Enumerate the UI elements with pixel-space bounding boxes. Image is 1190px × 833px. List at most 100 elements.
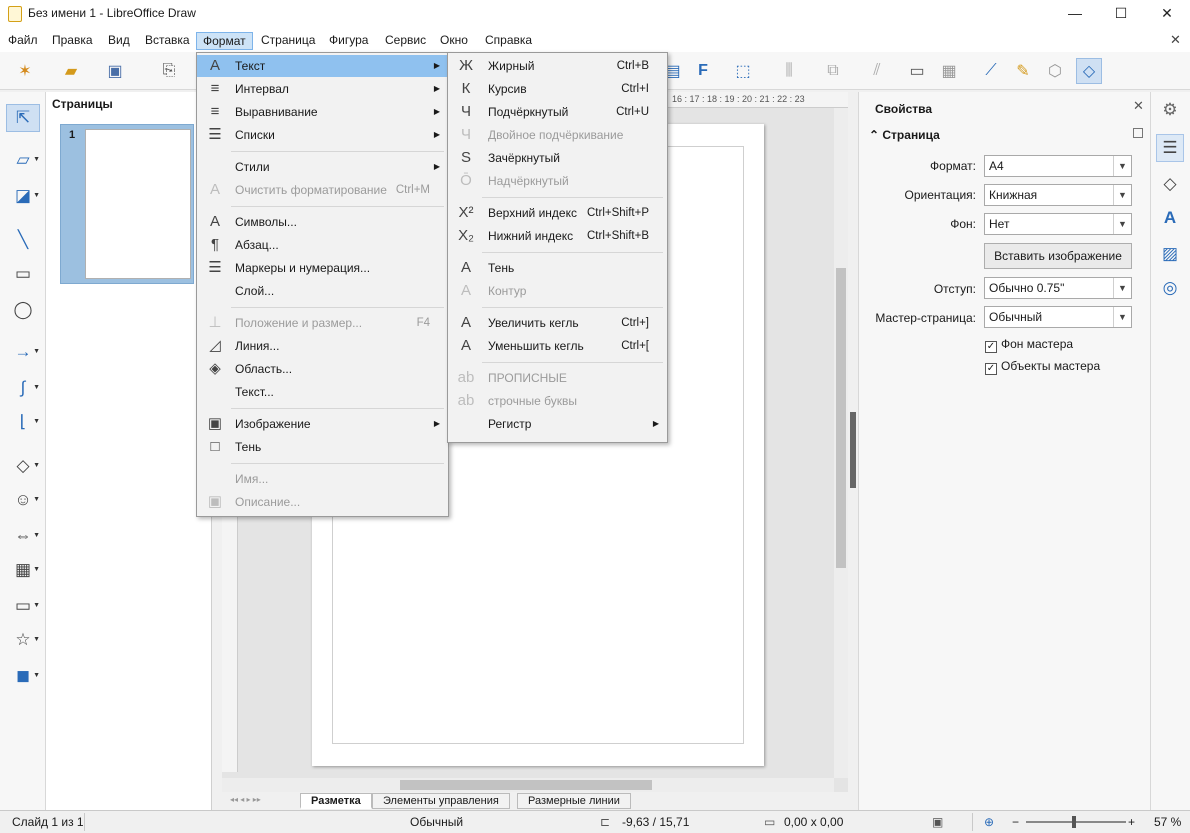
transformations-icon[interactable]: ⬚ xyxy=(730,58,756,84)
text-menu-item[interactable]: A Тень xyxy=(448,257,667,279)
new-icon[interactable]: ✶ xyxy=(12,58,38,84)
menu-tools[interactable]: Сервис xyxy=(379,32,432,50)
arrow-line-icon[interactable]: → ▼ xyxy=(6,338,41,366)
select-icon[interactable]: ⇱ xyxy=(6,104,40,132)
sidebar-collapse-handle[interactable] xyxy=(850,412,856,488)
sidebar-grip[interactable] xyxy=(848,92,858,810)
minimize-button[interactable]: — xyxy=(1052,0,1098,28)
menu-window[interactable]: Окно xyxy=(434,32,474,50)
text-menu-item[interactable]: Ч Подчёркнутый Ctrl+U xyxy=(448,101,667,123)
text-menu-item[interactable]: Регистр ▶ xyxy=(448,413,667,435)
vertical-scroll-thumb[interactable] xyxy=(836,268,846,568)
format-menu-item[interactable]: A Символы... xyxy=(197,211,448,233)
rectangle-tool-icon[interactable]: ▭ xyxy=(6,260,40,288)
block-arrows-icon[interactable]: ⇔ ▼ xyxy=(6,522,41,550)
master-page-select[interactable]: Обычный ▼ xyxy=(984,306,1132,328)
format-menu-item[interactable]: Слой... xyxy=(197,280,448,302)
format-menu-item[interactable]: ◿ Линия... xyxy=(197,335,448,357)
menu-format[interactable]: Формат xyxy=(196,32,253,50)
format-menu-item[interactable]: ¶ Абзац... xyxy=(197,234,448,256)
fontwork-icon[interactable]: F xyxy=(690,58,716,84)
format-menu-item[interactable]: ◈ Область... xyxy=(197,358,448,380)
menu-help[interactable]: Справка xyxy=(479,32,538,50)
zoom-slider-handle[interactable] xyxy=(1072,816,1076,828)
maximize-button[interactable]: ☐ xyxy=(1098,0,1144,28)
menu-shape[interactable]: Фигура xyxy=(323,32,374,50)
text-menu-item[interactable]: A Уменьшить кегль Ctrl+[ xyxy=(448,335,667,357)
menu-file[interactable]: Файл xyxy=(2,32,44,50)
format-menu-item[interactable]: ☰ Списки ▶ xyxy=(197,124,448,146)
page-thumbnail[interactable]: 1 xyxy=(60,124,194,284)
vertical-scrollbar[interactable] xyxy=(834,108,848,778)
text-menu-item[interactable]: X₂ Нижний индекс Ctrl+Shift+B xyxy=(448,225,667,247)
distribute-icon[interactable]: ⫽ xyxy=(864,58,890,84)
zoom-in-icon[interactable]: + xyxy=(1128,815,1135,829)
fill-color-icon[interactable]: ◪ ▼ xyxy=(6,182,40,210)
settings-gear-icon[interactable]: ⚙ xyxy=(1156,96,1184,124)
text-menu-item[interactable]: A Увеличить кегль Ctrl+] xyxy=(448,312,667,334)
close-button[interactable]: ✕ xyxy=(1144,0,1190,28)
section-options-icon[interactable] xyxy=(1133,128,1143,138)
show-draw-functions-icon[interactable]: ◇ xyxy=(1076,58,1102,84)
format-menu-item[interactable]: ≡ Выравнивание ▶ xyxy=(197,101,448,123)
crop-image-icon[interactable]: ▦ xyxy=(936,58,962,84)
menu-edit[interactable]: Правка xyxy=(46,32,99,50)
basic-shapes-icon[interactable]: ◇ ▼ xyxy=(6,452,40,480)
margin-select[interactable]: Обычно 0.75" ▼ xyxy=(984,277,1132,299)
line-tool-icon[interactable]: ╲ xyxy=(6,226,40,254)
format-menu-item[interactable]: A Текст ▶ xyxy=(197,55,448,77)
master-background-checkbox[interactable]: ✓ Фон мастера xyxy=(985,337,1073,353)
navigator-icon[interactable]: ◎ xyxy=(1156,274,1184,302)
menu-page[interactable]: Страница xyxy=(255,32,321,50)
text-menu-item[interactable]: S Зачёркнутый xyxy=(448,147,667,169)
close-document-button[interactable]: ✕ xyxy=(1170,32,1181,48)
glue-points-icon[interactable]: ✎ xyxy=(1010,58,1036,84)
menu-insert[interactable]: Вставка xyxy=(139,32,196,50)
3d-objects-icon[interactable]: ◼ ▼ xyxy=(6,662,40,690)
tab-controls[interactable]: Элементы управления xyxy=(372,793,510,809)
format-menu-item[interactable]: □ Тень xyxy=(197,436,448,458)
align-icon[interactable]: ⫼ xyxy=(776,58,802,84)
flowchart-icon[interactable]: ▦ ▼ xyxy=(6,556,40,584)
save-icon[interactable]: ▣ xyxy=(102,58,128,84)
fit-page-icon[interactable]: ⊕ xyxy=(984,815,994,829)
insert-image-button[interactable]: Вставить изображение xyxy=(984,243,1132,269)
format-menu-item[interactable]: ☰ Маркеры и нумерация... xyxy=(197,257,448,279)
shapes-icon[interactable]: ◇ xyxy=(1156,170,1184,198)
stars-icon[interactable]: ☆ ▼ xyxy=(6,626,40,654)
horizontal-scroll-thumb[interactable] xyxy=(400,780,652,790)
styles-icon[interactable]: A xyxy=(1156,204,1184,232)
text-menu-item[interactable]: Ж Жирный Ctrl+B xyxy=(448,55,667,77)
orientation-select[interactable]: Книжная ▼ xyxy=(984,184,1132,206)
format-select[interactable]: A4 ▼ xyxy=(984,155,1132,177)
open-icon[interactable]: ▰ xyxy=(58,58,84,84)
sidebar-close-icon[interactable]: ✕ xyxy=(1133,98,1144,114)
callouts-icon[interactable]: ▭ ▼ xyxy=(6,592,40,620)
format-menu-item[interactable]: ▣ Изображение ▶ xyxy=(197,413,448,435)
connector-tool-icon[interactable]: ⌊ ▼ xyxy=(6,408,40,436)
shadow-icon[interactable]: ▭ xyxy=(904,58,930,84)
tab-layout[interactable]: Разметка xyxy=(300,793,372,809)
toggle-extrusion-icon[interactable]: ⬡ xyxy=(1042,58,1068,84)
export-icon[interactable]: ⎘ xyxy=(156,58,182,84)
text-menu-item[interactable]: К Курсив Ctrl+I xyxy=(448,78,667,100)
zoom-out-icon[interactable]: − xyxy=(1012,815,1019,829)
line-color-icon[interactable]: ▱ ▼ xyxy=(6,146,40,174)
properties-icon[interactable]: ☰ xyxy=(1156,134,1184,162)
tab-dimension-lines[interactable]: Размерные линии xyxy=(517,793,631,809)
tab-nav-icon[interactable]: ◂◂ ◂ ▸ ▸▸ xyxy=(230,795,261,804)
zoom-slider[interactable] xyxy=(1026,821,1126,823)
format-menu-item[interactable]: Текст... xyxy=(197,381,448,403)
format-menu-item[interactable]: Стили ▶ xyxy=(197,156,448,178)
background-select[interactable]: Нет ▼ xyxy=(984,213,1132,235)
ellipse-tool-icon[interactable]: ◯ xyxy=(6,296,40,324)
symbol-shapes-icon[interactable]: ☺ ▼ xyxy=(6,486,40,514)
horizontal-scrollbar[interactable] xyxy=(222,778,834,792)
page-section-title[interactable]: ⌃ Страница xyxy=(869,128,940,142)
format-menu-item[interactable]: ≡ Интервал ▶ xyxy=(197,78,448,100)
arrange-icon[interactable]: ⧉ xyxy=(820,58,846,84)
points-icon[interactable]: ⟋ xyxy=(978,58,1004,84)
gallery-icon[interactable]: ▨ xyxy=(1156,240,1184,268)
curve-tool-icon[interactable]: ∫ ▼ xyxy=(6,374,40,402)
menu-view[interactable]: Вид xyxy=(102,32,136,50)
